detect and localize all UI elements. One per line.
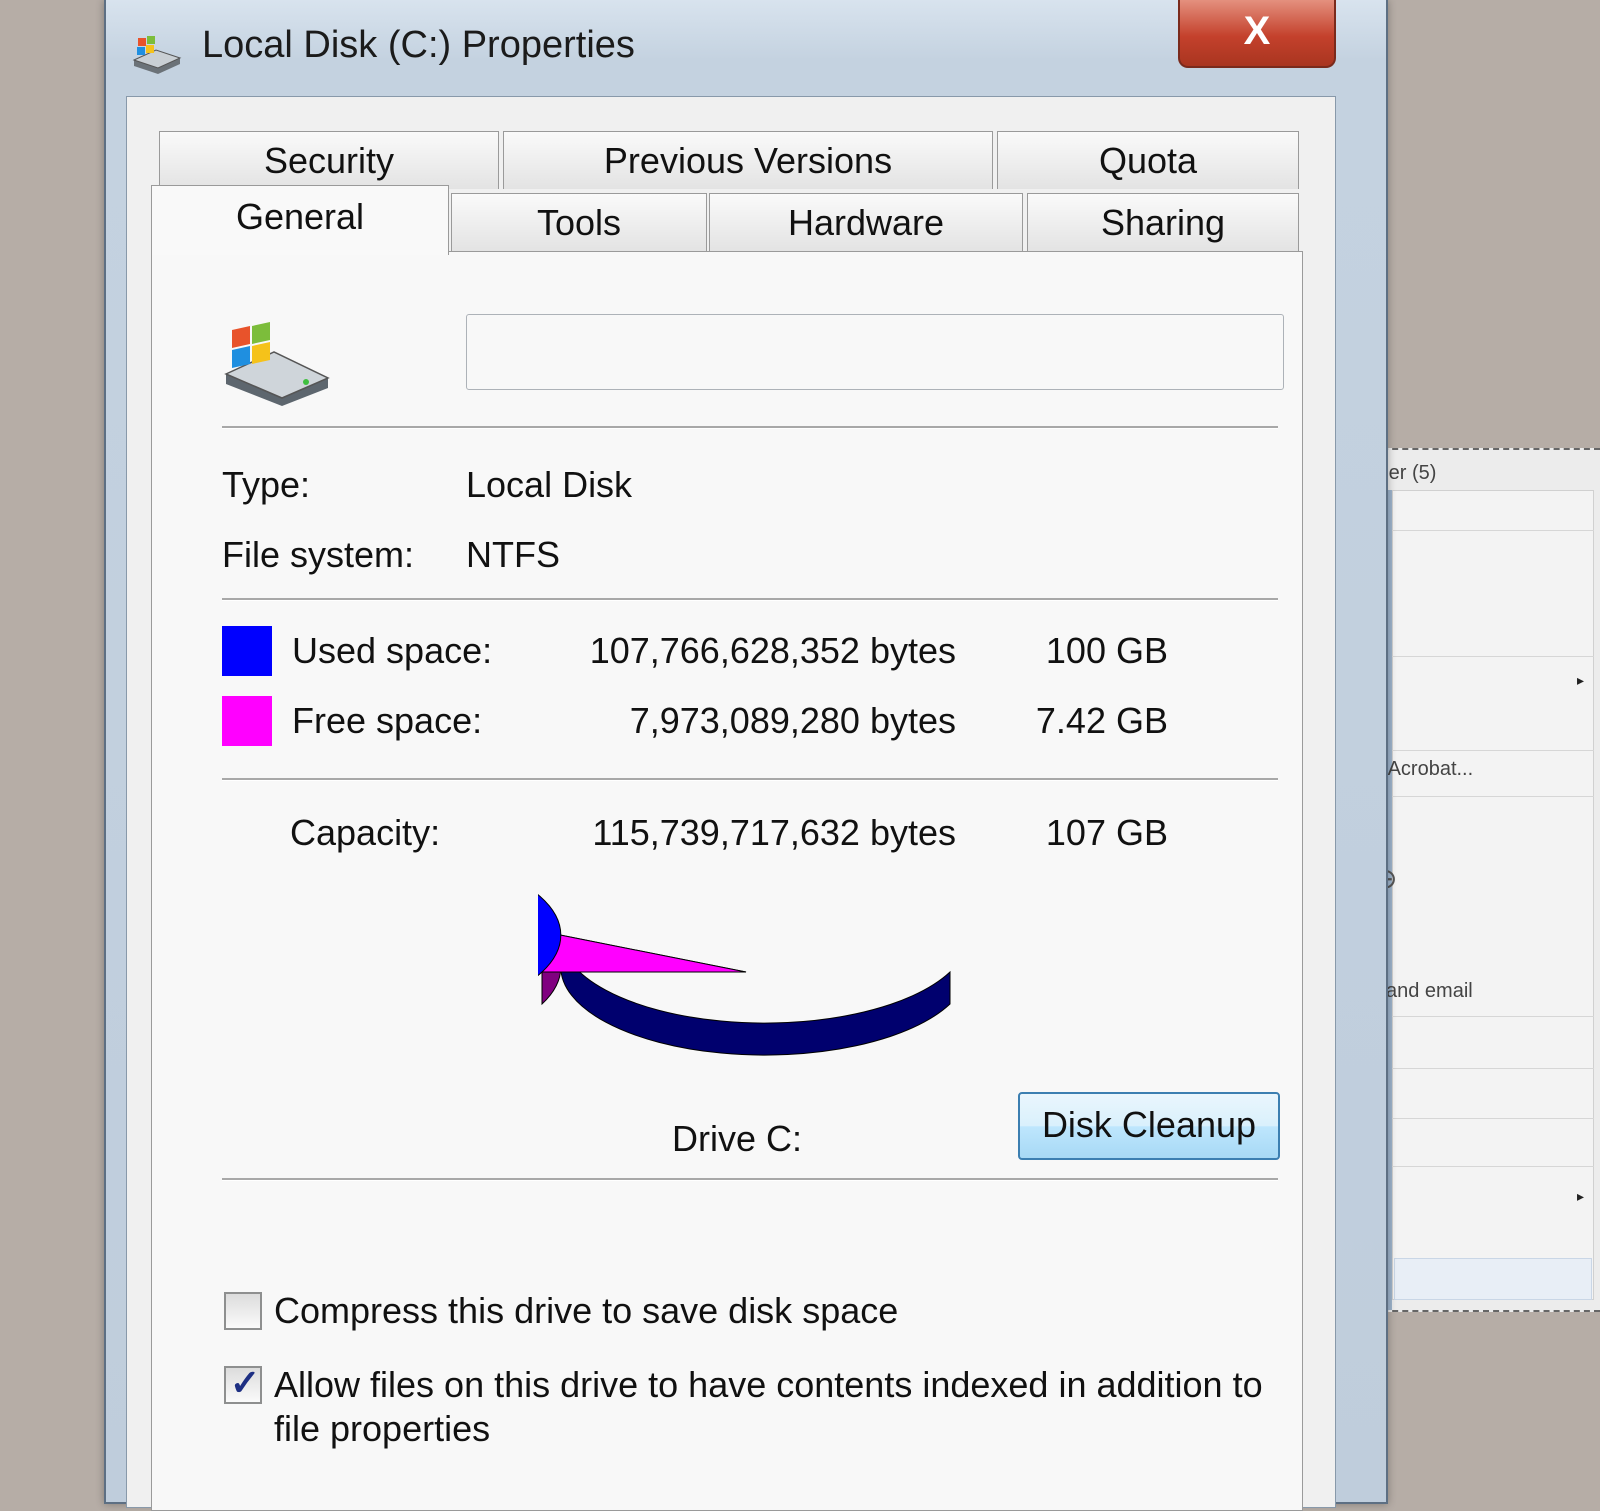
tab-hardware[interactable]: Hardware: [709, 193, 1023, 251]
dialog-client-area: Security Previous Versions Quota Tools H…: [126, 96, 1336, 1511]
disk-cleanup-button[interactable]: Disk Cleanup: [1018, 1092, 1280, 1160]
type-value: Local Disk: [466, 464, 633, 505]
free-space-bytes: 7,973,089,280 bytes: [629, 700, 956, 741]
file-system-value: NTFS: [466, 534, 560, 575]
submenu-arrow-icon: ▸: [1576, 672, 1584, 688]
capacity-gb: 107 GB: [1045, 812, 1168, 853]
properties-dialog: Local Disk (C:) Properties X Security Pr…: [104, 0, 1388, 1511]
window-title: Local Disk (C:) Properties: [202, 24, 635, 66]
used-space-swatch: [222, 626, 272, 676]
type-label: Type:: [222, 464, 311, 505]
tab-security[interactable]: Security: [159, 131, 499, 189]
compress-checkbox[interactable]: [224, 1292, 262, 1330]
used-space-gb: 100 GB: [1045, 630, 1168, 671]
file-system-label: File system:: [222, 534, 415, 575]
index-label-line2: file properties: [274, 1408, 491, 1449]
free-space-swatch: [222, 696, 272, 746]
divider: [222, 598, 1278, 601]
tab-general[interactable]: General: [151, 185, 449, 255]
divider: [222, 1178, 1278, 1181]
submenu-arrow-icon: ▸: [1576, 1188, 1584, 1204]
index-checkbox[interactable]: ✓: [224, 1362, 262, 1404]
capacity-label: Capacity:: [290, 812, 441, 853]
compress-label: Compress this drive to save disk space: [274, 1290, 899, 1331]
tab-quota[interactable]: Quota: [997, 131, 1299, 189]
drive-icon: [132, 36, 182, 74]
free-space-label: Free space:: [292, 700, 483, 741]
free-space-gb: 7.42 GB: [1035, 700, 1168, 741]
tab-tools[interactable]: Tools: [451, 193, 707, 251]
general-tab-panel: Type: Local Disk File system: NTFS Used …: [151, 251, 1303, 1511]
disk-usage-pie-chart: [538, 894, 951, 1056]
tab-previous-versions[interactable]: Previous Versions: [503, 131, 993, 189]
used-space-bytes: 107,766,628,352 bytes: [589, 630, 956, 671]
used-space-label: Used space:: [292, 630, 493, 671]
background-window-pane: [1392, 490, 1594, 1300]
title-bar[interactable]: Local Disk (C:) Properties X: [106, 0, 1386, 96]
drive-label: Drive C:: [672, 1118, 803, 1159]
divider: [222, 778, 1278, 781]
local-disk-icon: [224, 322, 330, 406]
background-window: ther (5) ▸ n Acrobat... ⊕ and email ▸: [1372, 448, 1600, 1312]
volume-label-input[interactable]: [466, 314, 1284, 390]
capacity-bytes: 115,739,717,632 bytes: [592, 812, 956, 853]
divider: [222, 426, 1278, 429]
tab-sharing[interactable]: Sharing: [1027, 193, 1299, 251]
index-label-line1: Allow files on this drive to have conten…: [274, 1364, 1263, 1405]
free-slice: [540, 934, 747, 973]
close-button[interactable]: X: [1178, 0, 1336, 68]
background-fragment-3: and email: [1386, 980, 1473, 1002]
background-highlight-row: [1394, 1258, 1592, 1300]
